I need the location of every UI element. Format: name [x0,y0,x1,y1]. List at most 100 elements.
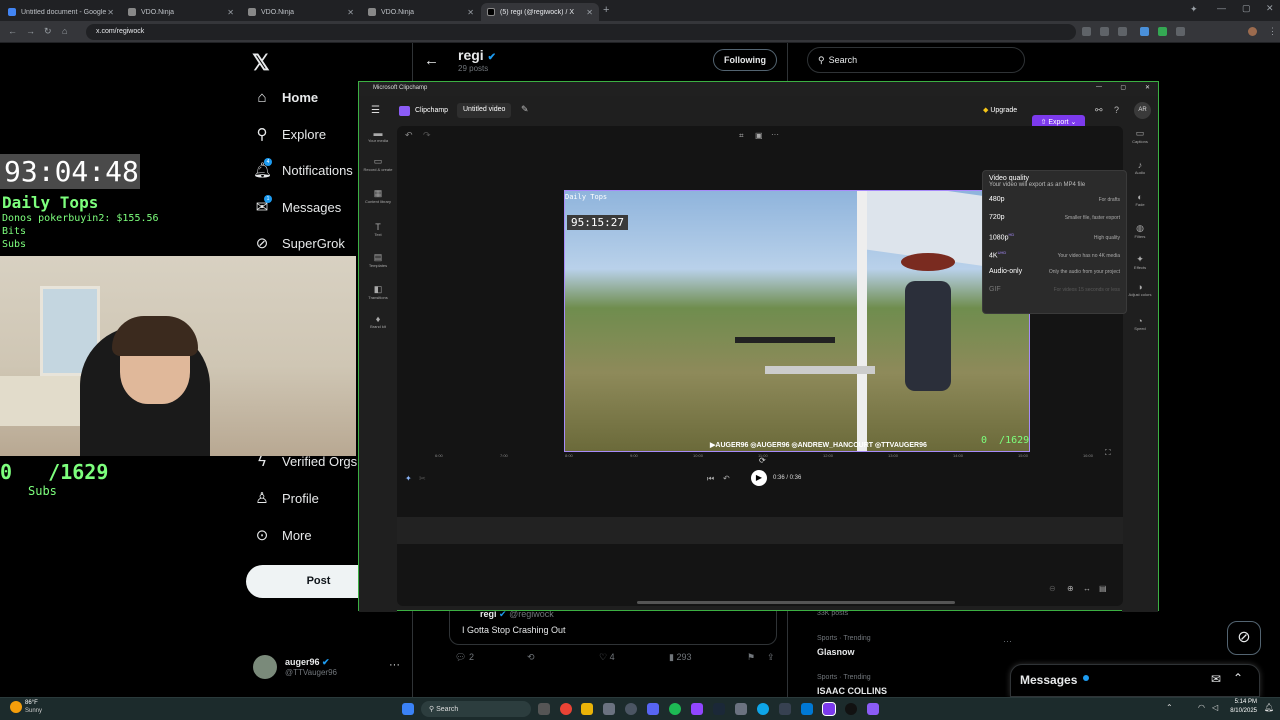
split-icon[interactable]: ✂ [419,474,426,483]
close-icon[interactable]: ✕ [107,8,114,17]
close-icon[interactable]: ✕ [586,8,593,17]
undo-icon[interactable]: ↶ [405,130,413,141]
wifi-icon[interactable]: ◠ [1198,703,1205,712]
skip-back-icon[interactable]: ⏮ [707,474,714,484]
new-tab-button[interactable]: + [603,4,609,16]
share-link-icon[interactable]: ⚯ [1095,105,1103,116]
export-option-gif[interactable]: GIF For videos 15 seconds or less [989,286,1120,304]
bookmark-icon[interactable]: ⚑ [747,652,767,663]
export-option-480p[interactable]: 480p For drafts [989,196,1120,214]
clipchamp-taskbar-icon[interactable] [822,702,836,716]
close-window-button[interactable]: ✕ [1266,3,1274,14]
back-arrow-icon[interactable]: ← [8,26,17,36]
rewind-icon[interactable]: ↶ [723,474,730,483]
trend-name[interactable]: Glasnow [817,647,855,657]
toolbar-templates[interactable]: ▤ Templates [359,252,397,268]
timeline-track[interactable] [397,517,1123,544]
browser-tab-active[interactable]: (5) regi (@regiwock) / X ✕ [481,3,599,21]
toolbar-effects[interactable]: ✦ Effects [1122,254,1158,270]
notification-bell-icon[interactable]: 🔔︎ [1264,703,1274,712]
timeline-scrollbar[interactable] [637,601,955,604]
toolbar-fade[interactable]: ◐ Fade [1122,192,1158,207]
help-icon[interactable]: ? [1114,105,1119,115]
browser-tab[interactable]: VDO.Ninja ✕ [122,3,240,21]
media-player-icon[interactable] [845,703,857,715]
toolbar-brand-kit[interactable]: ♦ Brand kit [359,314,397,329]
maximize-button[interactable]: ▢ [1120,84,1126,91]
chevron-down-icon[interactable]: ✦ [1190,4,1198,15]
close-window-button[interactable]: ✕ [1145,84,1150,91]
chrome-icon[interactable] [560,703,572,715]
toolbar-filters[interactable]: ◍ Filters [1122,223,1158,239]
export-option-1080p[interactable]: 1080pHD High quality [989,232,1120,250]
toolbar-transitions[interactable]: ◧ Transitions [359,284,397,300]
toolbar-content-library[interactable]: ▦ Content library [359,188,397,204]
taskbar-search[interactable]: ⚲ Search [421,701,531,717]
nav-item-explore[interactable]: ⚲ Explore [253,125,327,143]
nav-item-home[interactable]: ⌂ Home [253,89,318,106]
toolbar-adjust-colors[interactable]: ◑ Adjust colors [1122,282,1158,297]
video-preview[interactable]: Daily Tops 95:15:27 0 /1629 ▶AUGER96 ◎AU… [564,190,1030,452]
grok-icon[interactable]: ⊘ [1227,621,1261,655]
toolbar-record-create[interactable]: ▭ Record & create [359,156,397,172]
search-input[interactable]: ⚲ Search [807,47,1025,73]
file-explorer-icon[interactable] [581,703,593,715]
account-switcher[interactable]: auger96 ✔ @TTVauger96 ··· [253,655,400,679]
settings-icon[interactable] [735,703,747,715]
crop-icon[interactable]: ⌗ [739,131,744,141]
maximize-button[interactable]: ▢ [1242,3,1251,14]
upgrade-button[interactable]: ◆ Upgrade [983,106,1017,114]
task-view-icon[interactable] [538,703,550,715]
star-icon[interactable] [1118,27,1127,36]
reload-icon[interactable]: ↻ [44,26,52,37]
translate-icon[interactable] [1100,27,1109,36]
project-title-input[interactable]: Untitled video [457,103,512,118]
home-icon[interactable]: ⌂ [62,26,67,36]
start-icon[interactable] [402,703,414,715]
export-option-4k[interactable]: 4KUHD Your video has no 4K media [989,250,1120,268]
export-option-720p[interactable]: 720p Smaller file, faster export [989,214,1120,232]
toolbar-speed[interactable]: ◔ Speed [1122,316,1158,331]
volume-icon[interactable]: ◁ [1212,703,1218,712]
minimize-button[interactable]: — [1096,84,1102,90]
nav-item-profile[interactable]: ♙ Profile [253,489,319,507]
forward-arrow-icon[interactable]: → [26,26,35,36]
obs-icon[interactable] [625,703,637,715]
nav-item-supergrok[interactable]: ⊘ SuperGrok [253,234,345,252]
browser-tab[interactable]: Untitled document - Google Do✕ [2,3,120,21]
back-arrow-icon[interactable]: ← [424,52,439,69]
app-icon[interactable] [867,703,879,715]
twitch-icon[interactable] [691,703,703,715]
layout-icon[interactable]: ▣ [755,131,763,140]
browser-tab[interactable]: VDO.Ninja ✕ [242,3,360,21]
zoom-in-icon[interactable]: ⊕ [1067,584,1074,593]
timeline-ruler[interactable]: 6:00 7:00 8:00 9:00 10:00 11:00 12:00 13… [403,453,1123,463]
more-dots-icon[interactable]: ··· [389,659,400,671]
discord-icon[interactable] [647,703,659,715]
timeline-menu-icon[interactable]: ▤ [1099,584,1107,593]
trend-name[interactable]: ISAAC COLLINS [817,686,887,696]
close-icon[interactable]: ✕ [347,8,354,17]
toolbar-text[interactable]: T Text [359,222,397,237]
spotify-icon[interactable] [669,703,681,715]
toolbar-audio[interactable]: ♪ Audio [1122,160,1158,175]
fit-timeline-icon[interactable]: ↔ [1083,584,1091,593]
play-button[interactable]: ▶ [751,470,767,486]
repost-button[interactable]: ⟲ [527,652,599,663]
magic-wand-icon[interactable]: ✎ [521,104,529,115]
profile-avatar[interactable] [1248,27,1257,36]
url-bar[interactable]: x.com/regiwock [86,24,1076,40]
kebab-menu-icon[interactable]: ⋮ [1268,26,1277,37]
magic-icon[interactable]: ✦ [405,474,412,483]
hamburger-menu-icon[interactable]: ☰ [371,105,380,116]
more-dots-icon[interactable]: ··· [771,130,779,139]
weather-icon[interactable] [10,701,22,713]
x-logo-icon[interactable]: 𝕏 [252,50,270,76]
extension-icon[interactable] [1140,27,1149,36]
toolbar-captions[interactable]: ▭ Captions [1122,128,1158,144]
zoom-out-icon[interactable]: ⊖ [1049,584,1056,593]
avatar[interactable]: AR [1134,102,1151,119]
minimize-button[interactable]: — [1217,3,1226,13]
chevron-up-icon[interactable]: ⌃ [1166,703,1173,712]
app-icon[interactable] [779,703,791,715]
